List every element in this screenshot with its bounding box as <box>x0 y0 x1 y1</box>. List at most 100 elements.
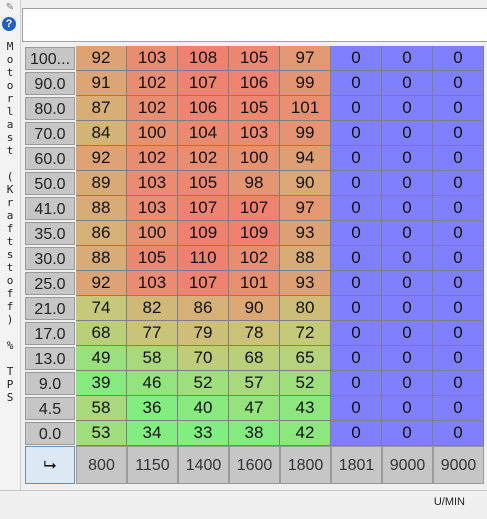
table-cell[interactable]: 93 <box>280 271 331 296</box>
table-cell[interactable]: 90 <box>280 171 331 196</box>
table-cell[interactable]: 89 <box>76 171 127 196</box>
table-cell[interactable]: 88 <box>280 246 331 271</box>
table-cell[interactable]: 58 <box>127 346 178 371</box>
table-cell[interactable]: 102 <box>229 246 280 271</box>
table-cell[interactable]: 0 <box>382 321 433 346</box>
row-header[interactable]: 80.0 <box>25 97 75 120</box>
table-cell[interactable]: 102 <box>127 71 178 96</box>
table-cell[interactable]: 107 <box>178 71 229 96</box>
column-header[interactable]: 1800 <box>280 446 331 484</box>
table-cell[interactable]: 57 <box>229 371 280 396</box>
table-cell[interactable]: 0 <box>382 196 433 221</box>
table-cell[interactable]: 106 <box>229 71 280 96</box>
table-cell[interactable]: 0 <box>382 246 433 271</box>
column-header[interactable]: 1600 <box>229 446 280 484</box>
column-header[interactable]: 9000 <box>382 446 433 484</box>
table-cell[interactable]: 109 <box>229 221 280 246</box>
table-cell[interactable]: 97 <box>280 196 331 221</box>
table-cell[interactable]: 104 <box>178 121 229 146</box>
table-cell[interactable]: 105 <box>229 46 280 71</box>
table-cell[interactable]: 0 <box>331 71 382 96</box>
table-cell[interactable]: 102 <box>127 96 178 121</box>
table-cell[interactable]: 0 <box>433 396 484 421</box>
table-cell[interactable]: 0 <box>331 421 382 446</box>
row-header[interactable]: 60.0 <box>25 147 75 170</box>
row-header[interactable]: 13.0 <box>25 347 75 370</box>
row-header[interactable]: 70.0 <box>25 122 75 145</box>
table-cell[interactable]: 0 <box>433 121 484 146</box>
row-header[interactable]: 30.0 <box>25 247 75 270</box>
table-cell[interactable]: 100 <box>229 146 280 171</box>
table-cell[interactable]: 107 <box>229 196 280 221</box>
table-cell[interactable]: 74 <box>76 296 127 321</box>
table-cell[interactable]: 103 <box>229 121 280 146</box>
table-cell[interactable]: 92 <box>76 46 127 71</box>
row-header[interactable]: 17.0 <box>25 322 75 345</box>
table-cell[interactable]: 84 <box>76 121 127 146</box>
table-cell[interactable]: 103 <box>127 196 178 221</box>
table-cell[interactable]: 107 <box>178 271 229 296</box>
table-cell[interactable]: 0 <box>382 271 433 296</box>
table-cell[interactable]: 105 <box>127 246 178 271</box>
swap-axes-button[interactable]: ⮡ <box>25 446 75 484</box>
table-cell[interactable]: 0 <box>331 296 382 321</box>
table-cell[interactable]: 107 <box>178 196 229 221</box>
table-cell[interactable]: 101 <box>280 96 331 121</box>
table-cell[interactable]: 0 <box>382 421 433 446</box>
table-cell[interactable]: 108 <box>178 46 229 71</box>
table-cell[interactable]: 78 <box>229 321 280 346</box>
table-cell[interactable]: 86 <box>76 221 127 246</box>
table-cell[interactable]: 97 <box>280 46 331 71</box>
table-cell[interactable]: 49 <box>76 346 127 371</box>
table-cell[interactable]: 33 <box>178 421 229 446</box>
table-cell[interactable]: 0 <box>433 196 484 221</box>
row-header[interactable]: 0.0 <box>25 422 75 445</box>
table-cell[interactable]: 91 <box>76 71 127 96</box>
table-cell[interactable]: 82 <box>127 296 178 321</box>
table-cell[interactable]: 42 <box>280 421 331 446</box>
table-cell[interactable]: 0 <box>331 271 382 296</box>
row-header[interactable]: 35.0 <box>25 222 75 245</box>
table-cell[interactable]: 0 <box>382 296 433 321</box>
table-cell[interactable]: 0 <box>382 371 433 396</box>
table-cell[interactable]: 0 <box>382 121 433 146</box>
table-cell[interactable]: 0 <box>433 96 484 121</box>
table-cell[interactable]: 101 <box>229 271 280 296</box>
row-header[interactable]: 41.0 <box>25 197 75 220</box>
table-cell[interactable]: 86 <box>178 296 229 321</box>
table-cell[interactable]: 0 <box>433 171 484 196</box>
table-cell[interactable]: 43 <box>280 396 331 421</box>
row-header[interactable]: 9.0 <box>25 372 75 395</box>
table-cell[interactable]: 103 <box>127 46 178 71</box>
table-cell[interactable]: 68 <box>229 346 280 371</box>
table-cell[interactable]: 53 <box>76 421 127 446</box>
table-cell[interactable]: 40 <box>178 396 229 421</box>
value-input[interactable] <box>22 8 487 42</box>
table-cell[interactable]: 0 <box>382 71 433 96</box>
table-cell[interactable]: 0 <box>433 346 484 371</box>
table-cell[interactable]: 88 <box>76 246 127 271</box>
help-icon[interactable]: ? <box>2 17 16 31</box>
table-cell[interactable]: 98 <box>229 171 280 196</box>
table-cell[interactable]: 80 <box>280 296 331 321</box>
row-header[interactable]: 4.5 <box>25 397 75 420</box>
row-header[interactable]: 25.0 <box>25 272 75 295</box>
table-cell[interactable]: 0 <box>433 221 484 246</box>
table-cell[interactable]: 70 <box>178 346 229 371</box>
row-header[interactable]: 90.0 <box>25 72 75 95</box>
table-cell[interactable]: 94 <box>280 146 331 171</box>
column-header[interactable]: 1400 <box>178 446 229 484</box>
table-cell[interactable]: 0 <box>433 321 484 346</box>
table-cell[interactable]: 0 <box>382 396 433 421</box>
table-cell[interactable]: 0 <box>433 371 484 396</box>
column-header[interactable]: 1150 <box>127 446 178 484</box>
table-cell[interactable]: 0 <box>331 346 382 371</box>
table-cell[interactable]: 0 <box>382 146 433 171</box>
table-cell[interactable]: 102 <box>127 146 178 171</box>
table-cell[interactable]: 0 <box>433 271 484 296</box>
table-cell[interactable]: 0 <box>331 396 382 421</box>
table-cell[interactable]: 0 <box>433 421 484 446</box>
table-cell[interactable]: 47 <box>229 396 280 421</box>
table-cell[interactable]: 0 <box>331 246 382 271</box>
column-header[interactable]: 9000 <box>433 446 484 484</box>
